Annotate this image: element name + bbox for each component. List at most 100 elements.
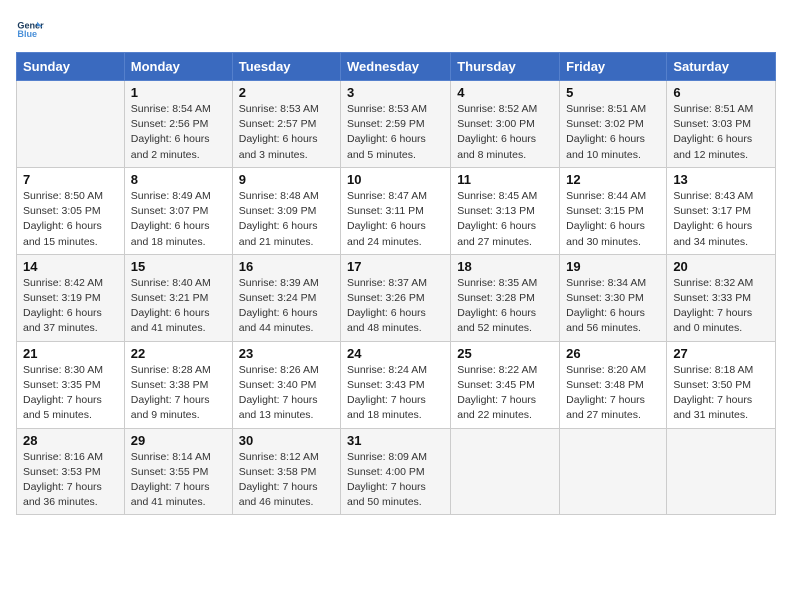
day-info: Sunrise: 8:53 AMSunset: 2:59 PMDaylight:… <box>347 102 444 163</box>
day-info: Sunrise: 8:51 AMSunset: 3:02 PMDaylight:… <box>566 102 660 163</box>
week-row-4: 21 Sunrise: 8:30 AMSunset: 3:35 PMDayligh… <box>17 341 776 428</box>
day-info: Sunrise: 8:32 AMSunset: 3:33 PMDaylight:… <box>673 276 769 337</box>
day-info: Sunrise: 8:14 AMSunset: 3:55 PMDaylight:… <box>131 450 226 511</box>
calendar-cell: 12 Sunrise: 8:44 AMSunset: 3:15 PMDayligh… <box>560 167 667 254</box>
weekday-header-sunday: Sunday <box>17 53 125 81</box>
day-info: Sunrise: 8:16 AMSunset: 3:53 PMDaylight:… <box>23 450 118 511</box>
calendar-cell: 3 Sunrise: 8:53 AMSunset: 2:59 PMDaylight… <box>341 81 451 168</box>
day-number: 8 <box>131 172 226 187</box>
day-info: Sunrise: 8:47 AMSunset: 3:11 PMDaylight:… <box>347 189 444 250</box>
logo: General Blue <box>16 16 48 44</box>
calendar-cell: 27 Sunrise: 8:18 AMSunset: 3:50 PMDayligh… <box>667 341 776 428</box>
day-number: 24 <box>347 346 444 361</box>
day-info: Sunrise: 8:43 AMSunset: 3:17 PMDaylight:… <box>673 189 769 250</box>
week-row-1: 1 Sunrise: 8:54 AMSunset: 2:56 PMDaylight… <box>17 81 776 168</box>
day-number: 26 <box>566 346 660 361</box>
calendar-cell: 14Sunrise: 8:42 AMSunset: 3:19 PMDayligh… <box>17 254 125 341</box>
day-number: 17 <box>347 259 444 274</box>
day-info: Sunrise: 8:34 AMSunset: 3:30 PMDaylight:… <box>566 276 660 337</box>
calendar-cell: 20 Sunrise: 8:32 AMSunset: 3:33 PMDayligh… <box>667 254 776 341</box>
day-number: 28 <box>23 433 118 448</box>
day-number: 25 <box>457 346 553 361</box>
day-number: 13 <box>673 172 769 187</box>
calendar-cell: 26 Sunrise: 8:20 AMSunset: 3:48 PMDayligh… <box>560 341 667 428</box>
weekday-header-friday: Friday <box>560 53 667 81</box>
day-number: 6 <box>673 85 769 100</box>
calendar-cell: 16Sunrise: 8:39 AMSunset: 3:24 PMDayligh… <box>232 254 340 341</box>
day-number: 23 <box>239 346 334 361</box>
day-number: 16 <box>239 259 334 274</box>
day-number: 18 <box>457 259 553 274</box>
day-info: Sunrise: 8:44 AMSunset: 3:15 PMDaylight:… <box>566 189 660 250</box>
day-number: 10 <box>347 172 444 187</box>
calendar-cell: 28 Sunrise: 8:16 AMSunset: 3:53 PMDayligh… <box>17 428 125 515</box>
calendar-cell: 19 Sunrise: 8:34 AMSunset: 3:30 PMDayligh… <box>560 254 667 341</box>
calendar-cell <box>560 428 667 515</box>
day-info: Sunrise: 8:40 AMSunset: 3:21 PMDaylight:… <box>131 276 226 337</box>
day-info: Sunrise: 8:24 AMSunset: 3:43 PMDaylight:… <box>347 363 444 424</box>
day-number: 7 <box>23 172 118 187</box>
calendar-cell: 13 Sunrise: 8:43 AMSunset: 3:17 PMDayligh… <box>667 167 776 254</box>
calendar-table: SundayMondayTuesdayWednesdayThursdayFrid… <box>16 52 776 515</box>
day-number: 14 <box>23 259 118 274</box>
day-info: Sunrise: 8:51 AMSunset: 3:03 PMDaylight:… <box>673 102 769 163</box>
weekday-header-wednesday: Wednesday <box>341 53 451 81</box>
day-info: Sunrise: 8:20 AMSunset: 3:48 PMDaylight:… <box>566 363 660 424</box>
day-number: 20 <box>673 259 769 274</box>
day-number: 4 <box>457 85 553 100</box>
day-number: 9 <box>239 172 334 187</box>
day-info: Sunrise: 8:26 AMSunset: 3:40 PMDaylight:… <box>239 363 334 424</box>
day-info: Sunrise: 8:28 AMSunset: 3:38 PMDaylight:… <box>131 363 226 424</box>
calendar-cell: 7Sunrise: 8:50 AMSunset: 3:05 PMDaylight… <box>17 167 125 254</box>
day-info: Sunrise: 8:45 AMSunset: 3:13 PMDaylight:… <box>457 189 553 250</box>
day-info: Sunrise: 8:49 AMSunset: 3:07 PMDaylight:… <box>131 189 226 250</box>
day-number: 19 <box>566 259 660 274</box>
day-number: 15 <box>131 259 226 274</box>
calendar-cell <box>451 428 560 515</box>
day-info: Sunrise: 8:37 AMSunset: 3:26 PMDaylight:… <box>347 276 444 337</box>
calendar-cell: 23 Sunrise: 8:26 AMSunset: 3:40 PMDayligh… <box>232 341 340 428</box>
weekday-header-saturday: Saturday <box>667 53 776 81</box>
day-number: 21 <box>23 346 118 361</box>
day-info: Sunrise: 8:52 AMSunset: 3:00 PMDaylight:… <box>457 102 553 163</box>
weekday-header-monday: Monday <box>124 53 232 81</box>
svg-text:Blue: Blue <box>17 29 37 39</box>
day-number: 30 <box>239 433 334 448</box>
logo-icon: General Blue <box>16 16 44 44</box>
week-row-2: 7Sunrise: 8:50 AMSunset: 3:05 PMDaylight… <box>17 167 776 254</box>
calendar-cell: 24 Sunrise: 8:24 AMSunset: 3:43 PMDayligh… <box>341 341 451 428</box>
calendar-cell: 5Sunrise: 8:51 AMSunset: 3:02 PMDaylight… <box>560 81 667 168</box>
calendar-cell: 2 Sunrise: 8:53 AMSunset: 2:57 PMDaylight… <box>232 81 340 168</box>
day-info: Sunrise: 8:09 AMSunset: 4:00 PMDaylight:… <box>347 450 444 511</box>
calendar-cell: 8 Sunrise: 8:49 AMSunset: 3:07 PMDaylight… <box>124 167 232 254</box>
calendar-cell: 29Sunrise: 8:14 AMSunset: 3:55 PMDayligh… <box>124 428 232 515</box>
weekday-header-row: SundayMondayTuesdayWednesdayThursdayFrid… <box>17 53 776 81</box>
day-info: Sunrise: 8:48 AMSunset: 3:09 PMDaylight:… <box>239 189 334 250</box>
day-info: Sunrise: 8:18 AMSunset: 3:50 PMDaylight:… <box>673 363 769 424</box>
calendar-cell: 11 Sunrise: 8:45 AMSunset: 3:13 PMDayligh… <box>451 167 560 254</box>
day-number: 11 <box>457 172 553 187</box>
day-number: 27 <box>673 346 769 361</box>
week-row-5: 28 Sunrise: 8:16 AMSunset: 3:53 PMDayligh… <box>17 428 776 515</box>
day-number: 3 <box>347 85 444 100</box>
week-row-3: 14Sunrise: 8:42 AMSunset: 3:19 PMDayligh… <box>17 254 776 341</box>
calendar-cell <box>17 81 125 168</box>
calendar-cell: 22Sunrise: 8:28 AMSunset: 3:38 PMDayligh… <box>124 341 232 428</box>
day-info: Sunrise: 8:54 AMSunset: 2:56 PMDaylight:… <box>131 102 226 163</box>
calendar-cell: 4 Sunrise: 8:52 AMSunset: 3:00 PMDaylight… <box>451 81 560 168</box>
weekday-header-thursday: Thursday <box>451 53 560 81</box>
page-header: General Blue <box>16 16 776 44</box>
calendar-cell: 9 Sunrise: 8:48 AMSunset: 3:09 PMDaylight… <box>232 167 340 254</box>
calendar-cell: 1 Sunrise: 8:54 AMSunset: 2:56 PMDaylight… <box>124 81 232 168</box>
day-info: Sunrise: 8:35 AMSunset: 3:28 PMDaylight:… <box>457 276 553 337</box>
day-number: 2 <box>239 85 334 100</box>
calendar-cell: 6 Sunrise: 8:51 AMSunset: 3:03 PMDaylight… <box>667 81 776 168</box>
day-info: Sunrise: 8:12 AMSunset: 3:58 PMDaylight:… <box>239 450 334 511</box>
day-info: Sunrise: 8:53 AMSunset: 2:57 PMDaylight:… <box>239 102 334 163</box>
day-info: Sunrise: 8:30 AMSunset: 3:35 PMDaylight:… <box>23 363 118 424</box>
calendar-cell: 15 Sunrise: 8:40 AMSunset: 3:21 PMDayligh… <box>124 254 232 341</box>
calendar-cell <box>667 428 776 515</box>
day-number: 12 <box>566 172 660 187</box>
day-number: 1 <box>131 85 226 100</box>
calendar-cell: 10 Sunrise: 8:47 AMSunset: 3:11 PMDayligh… <box>341 167 451 254</box>
